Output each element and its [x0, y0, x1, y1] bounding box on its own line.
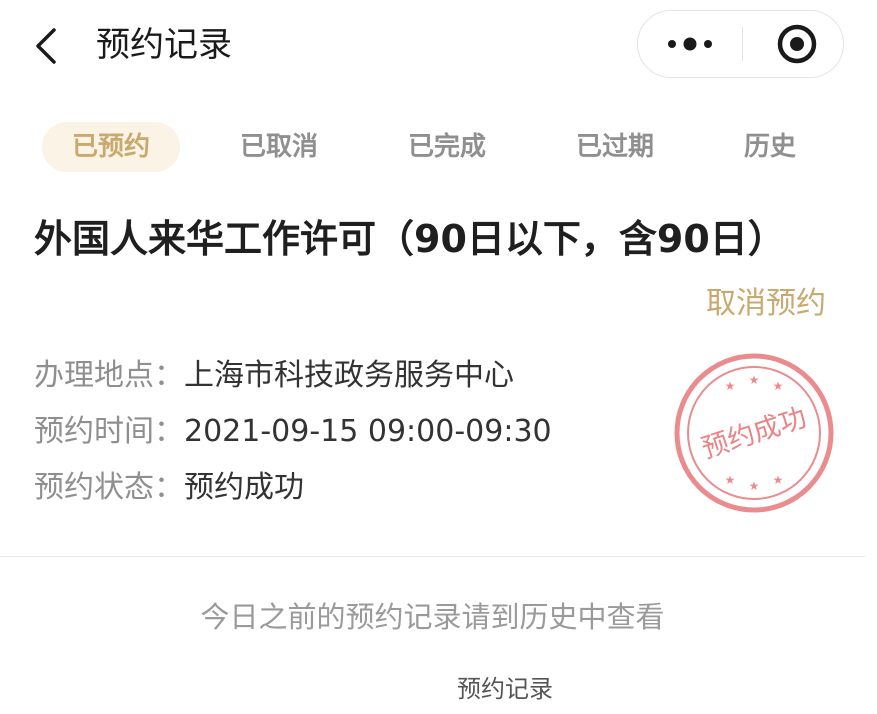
location-label: 办理地点：: [34, 358, 184, 393]
target-close-icon: [777, 24, 817, 64]
status-label: 预约状态：: [34, 470, 184, 505]
success-stamp-icon: ★ ★ ★ ★ ★ ★ 预约成功: [674, 353, 834, 513]
tab-cancelled[interactable]: 已取消: [212, 122, 346, 172]
status-tabs: 已预约 已取消 已完成 已过期 历史: [0, 122, 877, 174]
tab-history[interactable]: 历史: [720, 122, 820, 172]
svg-text:★: ★: [773, 473, 784, 487]
status-value: 预约成功: [184, 470, 304, 505]
location-row: 办理地点：上海市科技政务服务中心: [34, 354, 514, 398]
mini-program-capsule: [637, 10, 844, 78]
svg-text:★: ★: [725, 379, 736, 393]
tab-expired[interactable]: 已过期: [548, 122, 682, 172]
svg-text:★: ★: [725, 473, 736, 487]
bottom-page-label: 预约记录: [457, 675, 553, 703]
history-hint: 今日之前的预约记录请到历史中查看: [200, 600, 665, 634]
back-button[interactable]: [28, 24, 68, 68]
cancel-appointment-button[interactable]: 取消预约: [706, 282, 826, 326]
time-label: 预约时间：: [34, 414, 184, 449]
tab-completed[interactable]: 已完成: [380, 122, 514, 172]
more-button[interactable]: [638, 11, 742, 77]
tab-booked[interactable]: 已预约: [42, 122, 180, 172]
appointment-title: 外国人来华工作许可（90日以下，含90日）: [34, 217, 786, 261]
stamp-text: 预约成功: [698, 402, 810, 465]
time-value: 2021-09-15 09:00-09:30: [184, 414, 552, 449]
status-row: 预约状态：预约成功: [34, 466, 304, 510]
svg-text:★: ★: [749, 479, 760, 493]
time-row: 预约时间：2021-09-15 09:00-09:30: [34, 410, 552, 454]
chevron-left-icon: [36, 28, 56, 64]
location-value: 上海市科技政务服务中心: [184, 358, 514, 393]
close-button[interactable]: [743, 11, 843, 77]
more-dots-icon: [668, 37, 712, 51]
svg-text:★: ★: [749, 373, 760, 387]
divider: [0, 556, 865, 557]
svg-text:★: ★: [773, 379, 784, 393]
navigation-bar: 预约记录: [0, 0, 877, 92]
page-title: 预约记录: [96, 25, 232, 65]
